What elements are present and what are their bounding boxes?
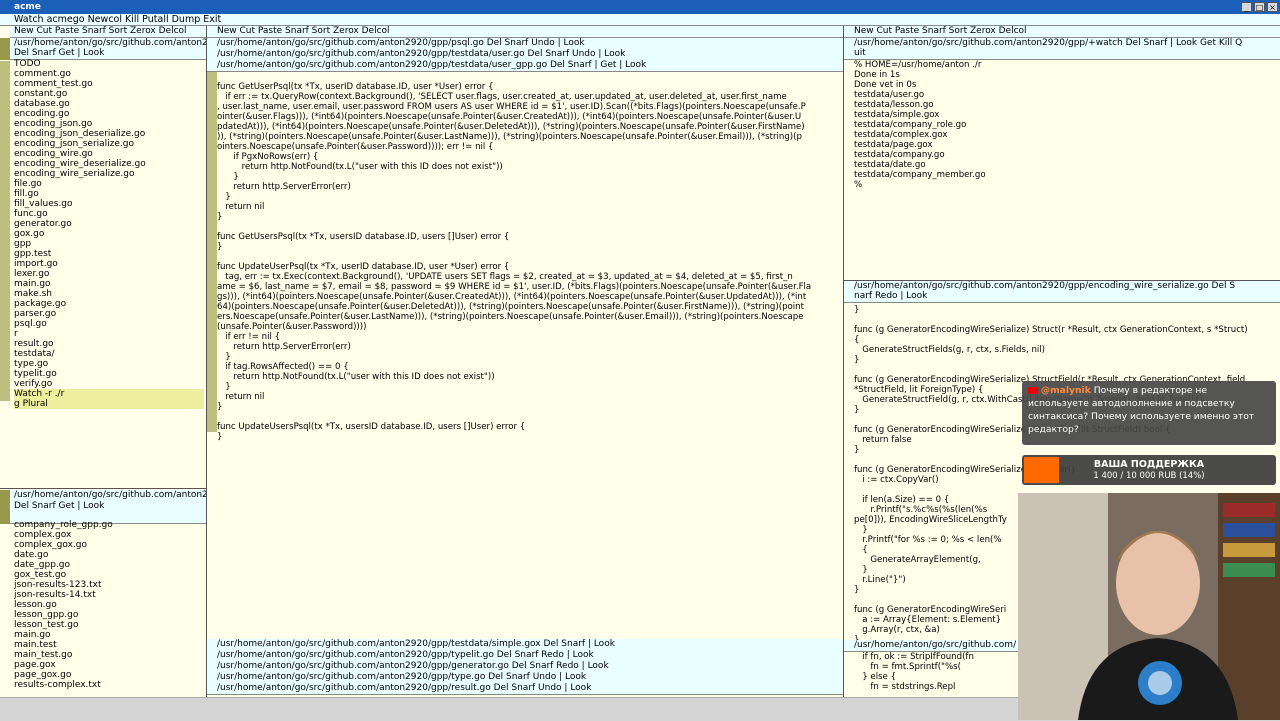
file-list-item[interactable]: fill.go [14,189,204,199]
maximize-button[interactable]: □ [1254,2,1265,12]
col1-win2-tag[interactable]: /usr/home/anton/go/src/github.com/anton2… [10,490,206,524]
column-1-win1-body-scrollbar[interactable] [0,61,10,401]
column-1: New Cut Paste Snarf Sort Zerox Delcol /u… [0,26,206,697]
webcam-feed [1018,493,1280,720]
support-label: ВАША ПОДДЕРЖКА [1093,459,1205,470]
file-list-item[interactable]: encoding_json_deserialize.go [14,129,204,139]
col1-win2-file-list: company_role_gpp.go complex.gox complex_go… [14,520,204,690]
file-list-item[interactable]: verify.go [14,379,204,389]
main-tag-bar[interactable]: Watch acmego Newcol Kill Putall Dump Exi… [0,14,1280,26]
column-2-tag[interactable]: New Cut Paste Snarf Sort Zerox Delcol [207,26,843,38]
file-list-item[interactable]: parser.go [14,309,204,319]
window-titlebar: acme _ □ × [0,0,1280,14]
file-list-item[interactable]: fill_values.go [14,199,204,209]
column-1-tag[interactable]: New Cut Paste Snarf Sort Zerox Delcol [10,26,206,38]
file-list-item[interactable]: gpp.test [14,249,204,259]
file-list-item[interactable]: type.go [14,359,204,369]
col3-win1-tag[interactable]: /usr/home/anton/go/src/github.com/anton2… [844,38,1280,60]
file-list-item[interactable]: page_gox.go [14,670,204,680]
file-list-item[interactable]: typelit.go [14,369,204,379]
file-list-item[interactable]: complex.gox [14,530,204,540]
file-list-item[interactable]: lesson_gpp.go [14,610,204,620]
chat-username: @malynik [1040,385,1091,396]
file-list-item[interactable]: comment.go [14,69,204,79]
support-widget: ВАША ПОДДЕРЖКА 1 400 / 10 000 RUB (14%) [1022,455,1276,485]
file-list-item[interactable]: g Plural [14,399,204,409]
file-list-item[interactable]: lexer.go [14,269,204,279]
file-list-item[interactable]: encoding_json.go [14,119,204,129]
file-list-item[interactable]: gox.go [14,229,204,239]
file-list-item[interactable]: main.go [14,279,204,289]
file-list-item[interactable]: page.gox [14,660,204,670]
code-editor[interactable]: func GetUserPsql(tx *Tx, userID database… [217,82,841,642]
file-list-item[interactable]: result.go [14,339,204,349]
file-list-item[interactable]: date_gpp.go [14,560,204,570]
file-list-item[interactable]: lesson.go [14,600,204,610]
file-list-item[interactable]: encoding_wire_serialize.go [14,169,204,179]
file-list-item[interactable]: main.go [14,630,204,640]
file-list-item[interactable]: Watch -r ./r [14,389,204,399]
file-list-item[interactable]: results-complex.txt [14,680,204,690]
column-1-win1-scrollbar[interactable] [0,38,10,60]
col1-win1-file-list: TODO comment.go comment_test.go constant.go… [14,59,204,409]
column-2-editor-scrollbar[interactable] [207,72,217,432]
file-list-item[interactable]: gox_test.go [14,570,204,580]
file-list-item[interactable]: main_test.go [14,650,204,660]
file-list-item[interactable]: json-results-123.txt [14,580,204,590]
file-list-item[interactable]: TODO [14,59,204,69]
file-list-item[interactable]: encoding.go [14,109,204,119]
file-list-item[interactable]: psql.go [14,319,204,329]
col3-win2-tag[interactable]: /usr/home/anton/go/src/github.com/anton2… [844,281,1280,303]
close-button[interactable]: × [1267,2,1278,12]
column-2: New Cut Paste Snarf Sort Zerox Delcol /u… [207,26,843,697]
youtube-icon [1028,387,1038,394]
file-list-item[interactable]: generator.go [14,219,204,229]
file-list-item[interactable]: file.go [14,179,204,189]
file-list-item[interactable]: encoding_wire_deserialize.go [14,159,204,169]
file-list-item[interactable]: func.go [14,209,204,219]
file-list-item[interactable]: main.test [14,640,204,650]
file-list-item[interactable]: database.go [14,99,204,109]
file-list-item[interactable]: encoding_wire.go [14,149,204,159]
col2-tag-result[interactable]: /usr/home/anton/go/src/github.com/anton2… [207,683,843,695]
file-list-item[interactable]: constant.go [14,89,204,99]
column-3-tag[interactable]: New Cut Paste Snarf Sort Zerox Delcol [844,26,1280,38]
file-list-item[interactable]: json-results-14.txt [14,590,204,600]
support-amount: 1 400 / 10 000 RUB (14%) [1093,471,1205,481]
file-list-item[interactable]: complex_gox.go [14,540,204,550]
window-title: acme [14,2,41,12]
file-list-item[interactable]: testdata/ [14,349,204,359]
minimize-button[interactable]: _ [1241,2,1252,12]
col1-win1-tag[interactable]: /usr/home/anton/go/src/github.com/anton2… [10,38,206,60]
file-list-item[interactable]: date.go [14,550,204,560]
file-list-item[interactable]: lesson_test.go [14,620,204,630]
file-list-item[interactable]: comment_test.go [14,79,204,89]
col2-tag-user-gpp[interactable]: /usr/home/anton/go/src/github.com/anton2… [207,60,843,72]
file-list-item[interactable]: import.go [14,259,204,269]
file-list-item[interactable]: company_role_gpp.go [14,520,204,530]
file-list-item[interactable]: package.go [14,299,204,309]
file-list-item[interactable]: gpp [14,239,204,249]
file-list-item[interactable]: r [14,329,204,339]
chat-message: @malynik Почему в редакторе не используе… [1022,381,1276,445]
watch-output[interactable]: % HOME=/usr/home/anton ./r Done in 1s Do… [854,60,1274,280]
column-1-win2-scrollbar[interactable] [0,490,10,524]
webcam-image [1018,493,1280,720]
window-controls: _ □ × [1241,2,1278,12]
file-list-item[interactable]: make.sh [14,289,204,299]
file-list-item[interactable]: encoding_json_serialize.go [14,139,204,149]
